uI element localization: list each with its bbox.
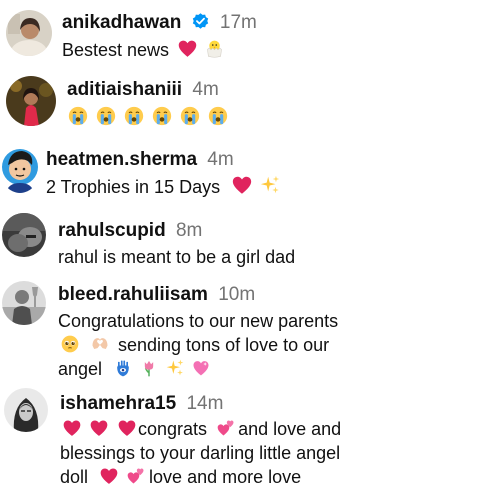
sparkles-icon [259, 174, 281, 196]
comment-text-line-3: angel [58, 357, 214, 381]
red-heart-icon [177, 38, 198, 59]
comment-ishamehra15: ishamehra15 14m congrats and love and bl… [0, 383, 500, 500]
comment-aditiaishaniii: aditiaishaniii 4m [0, 72, 500, 140]
two-hearts-icon [216, 418, 236, 438]
comment-meta: bleed.rahuliisam 10m [58, 285, 255, 304]
loudly-crying-face-icon [95, 105, 117, 127]
red-heart-icon [99, 466, 119, 486]
comment-meta: heatmen.sherma 4m [46, 150, 234, 169]
timestamp: 17m [219, 12, 257, 33]
comment-text [67, 105, 232, 130]
red-heart-icon [89, 418, 109, 438]
timestamp: 10m [218, 284, 256, 305]
hamsa-icon [113, 358, 133, 378]
red-heart-icon [117, 418, 137, 438]
loudly-crying-face-icon [151, 105, 173, 127]
pleading-face-icon [60, 334, 80, 354]
avatar[interactable] [6, 76, 56, 126]
comment-text-line-2: blessings to your darling little angel [60, 443, 341, 463]
comment-anikadhawan: anikadhawan 17m Bestest news [0, 0, 500, 72]
comment-text-line-3: doll love and more love [60, 466, 302, 487]
heart-hands-icon [90, 334, 110, 354]
loudly-crying-face-icon [123, 105, 145, 127]
comment-meta: aditiaishaniii 4m [67, 80, 219, 99]
comment-text: 2 Trophies in 15 Days [46, 174, 284, 199]
comment-meta: rahulscupid 8m [58, 221, 202, 240]
comment-meta: anikadhawan 17m [62, 12, 257, 35]
comment-text: rahul is meant to be a girl dad [58, 247, 296, 267]
sparkles-icon [165, 358, 185, 378]
avatar[interactable] [0, 145, 40, 193]
hatching-chick-icon [204, 38, 225, 59]
red-heart-icon [62, 418, 82, 438]
username[interactable]: rahulscupid [58, 220, 166, 241]
username[interactable]: anikadhawan [62, 12, 181, 33]
sparkling-heart-icon [191, 358, 211, 378]
loudly-crying-face-icon [179, 105, 201, 127]
verified-badge-icon [191, 12, 210, 35]
avatar[interactable] [6, 10, 52, 56]
avatar[interactable] [4, 388, 48, 432]
comment-text: Bestest news [62, 38, 228, 61]
username[interactable]: bleed.rahuliisam [58, 284, 208, 305]
red-heart-icon [231, 174, 253, 196]
username[interactable]: ishamehra15 [60, 393, 176, 414]
comment-text-line-2: sending tons of love to our [58, 333, 329, 357]
timestamp: 4m [207, 149, 234, 170]
avatar[interactable] [2, 213, 46, 257]
timestamp: 8m [175, 220, 203, 241]
comment-text-line-1: congrats and love and [60, 417, 341, 441]
comment-heatmen-sherma: heatmen.sherma 4m 2 Trophies in 15 Days [0, 140, 500, 205]
two-hearts-icon [126, 466, 146, 486]
tulip-icon [139, 358, 159, 378]
comment-meta: ishamehra15 14m [60, 394, 223, 413]
comment-text-line-1: Congratulations to our new parents [58, 311, 339, 331]
loudly-crying-face-icon [67, 105, 89, 127]
comment-rahulscupid: rahulscupid 8m rahul is meant to be a gi… [0, 205, 500, 275]
username[interactable]: heatmen.sherma [46, 149, 197, 170]
avatar[interactable] [2, 281, 46, 325]
username[interactable]: aditiaishaniii [67, 79, 182, 100]
comment-bleed-rahuliisam: bleed.rahuliisam 10m Congratulations to … [0, 275, 500, 383]
timestamp: 14m [186, 393, 224, 414]
timestamp: 4m [192, 79, 219, 100]
loudly-crying-face-icon [207, 105, 229, 127]
